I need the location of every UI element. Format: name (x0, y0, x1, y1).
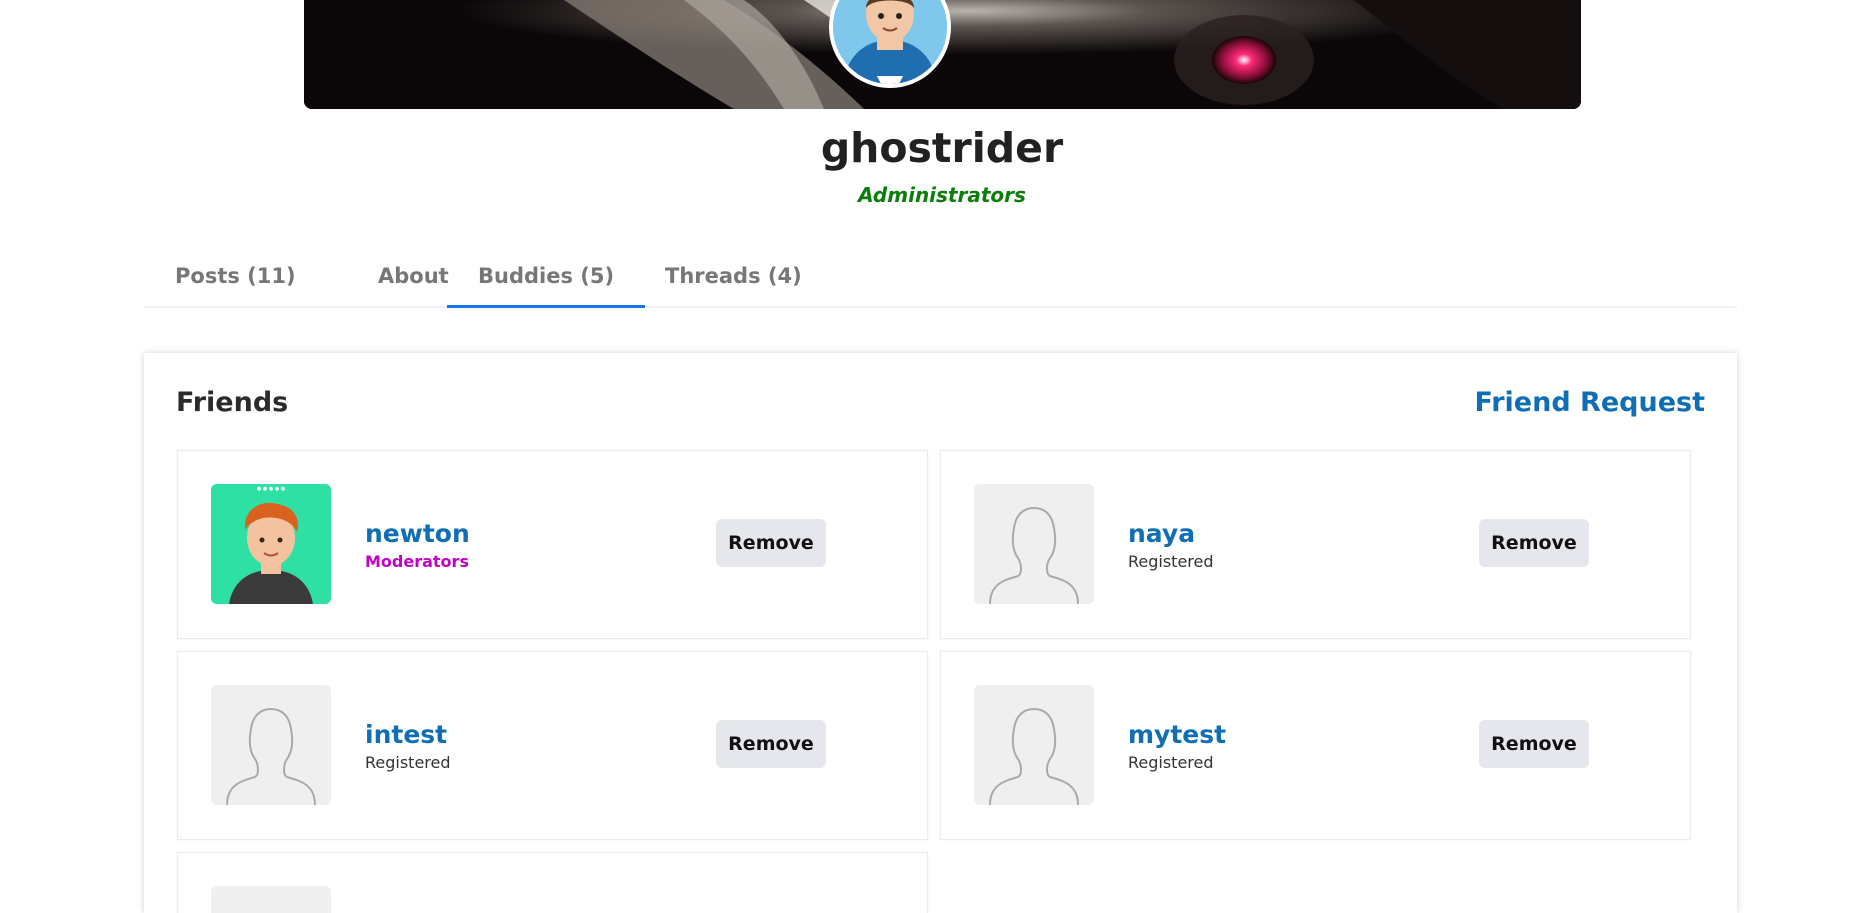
friend-usergroup: Registered (1128, 552, 1214, 571)
remove-friend-button[interactable]: Remove (716, 519, 826, 567)
profile-tabs: Posts (11) About Buddies (5) Threads (4) (144, 248, 1737, 308)
friend-name[interactable]: intest (365, 720, 447, 749)
friend-usergroup: Moderators (365, 552, 469, 571)
remove-friend-button[interactable]: Remove (1479, 519, 1589, 567)
friend-usergroup: Registered (1128, 753, 1214, 772)
default-avatar-icon[interactable] (211, 886, 331, 913)
default-avatar-icon[interactable] (974, 685, 1094, 805)
friend-card (177, 852, 928, 913)
default-avatar-icon[interactable] (211, 685, 331, 805)
remove-friend-button[interactable]: Remove (716, 720, 826, 768)
friend-name[interactable]: newton (365, 519, 470, 548)
friends-title: Friends (176, 387, 289, 418)
friend-card: intest Registered Remove (177, 651, 928, 840)
tab-threads[interactable]: Threads (4) (634, 248, 833, 306)
remove-friend-button[interactable]: Remove (1479, 720, 1589, 768)
friend-name[interactable]: mytest (1128, 720, 1226, 749)
tab-posts[interactable]: Posts (11) (144, 248, 327, 306)
svg-text:● ● ● ● ●: ● ● ● ● ● (257, 486, 286, 492)
default-avatar-icon[interactable] (974, 484, 1094, 604)
friend-usergroup: Registered (365, 753, 451, 772)
friends-panel: Friends Friend Request ● ● ● ● ● newton … (144, 353, 1737, 913)
friend-card: naya Registered Remove (940, 450, 1691, 639)
friend-avatar[interactable]: ● ● ● ● ● (211, 484, 331, 604)
profile-username: ghostrider (820, 124, 1064, 172)
friend-card: ● ● ● ● ● newton Moderators Remove (177, 450, 928, 639)
profile-usergroup: Administrators (858, 183, 1026, 207)
tab-buddies[interactable]: Buddies (5) (447, 248, 646, 308)
friend-request-link[interactable]: Friend Request (1475, 387, 1706, 418)
friend-card: mytest Registered Remove (940, 651, 1691, 840)
friend-name[interactable]: naya (1128, 519, 1195, 548)
